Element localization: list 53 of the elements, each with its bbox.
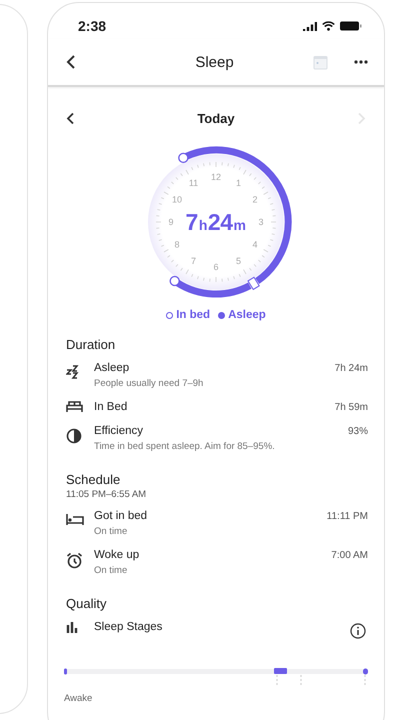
clock-number: 7 — [191, 256, 196, 266]
clock-number: 12 — [211, 172, 221, 182]
row-caption: On time — [94, 526, 128, 537]
clock-number: 4 — [252, 240, 258, 250]
status-time: 2:38 — [78, 18, 106, 34]
alarm-clock-icon — [66, 552, 83, 569]
row-caption: People usually need 7–9h — [94, 378, 204, 389]
row-value: 7h 24m — [334, 362, 368, 374]
row-label: Sleep Stages — [94, 621, 164, 633]
row-label: In Bed — [94, 401, 128, 413]
date-label: Today — [196, 110, 236, 126]
battery-icon — [340, 21, 362, 31]
clock-number: 5 — [236, 256, 241, 266]
clock-number: 3 — [258, 217, 264, 227]
section-title: Quality — [66, 596, 108, 611]
row-caption: Time in bed spent asleep. Aim for 85–95%. — [94, 441, 276, 452]
section-title: Duration — [66, 337, 116, 352]
wifi-icon — [322, 21, 335, 31]
row-label: Asleep — [94, 362, 130, 374]
clock-number: 1 — [236, 178, 241, 188]
clock-number: 2 — [252, 194, 258, 204]
row-label: Woke up — [94, 549, 140, 561]
signal-icon — [303, 21, 317, 31]
row-caption: On time — [94, 565, 128, 576]
bar-chart-icon — [66, 621, 80, 633]
person-in-bed-icon — [66, 513, 84, 526]
awake-gap — [247, 276, 260, 290]
legend-text: In bed — [176, 309, 210, 321]
filled-dot-icon — [218, 312, 226, 318]
row-value: 93% — [348, 425, 368, 437]
clock-number: 11 — [188, 178, 198, 188]
row-label: Efficiency — [94, 425, 144, 437]
legend-text: Asleep — [228, 309, 266, 321]
hollow-dot-icon — [166, 312, 174, 318]
info-button[interactable] — [348, 621, 368, 641]
row-value: 7h 59m — [334, 401, 368, 413]
schedule-range: 11:05 PM–6:55 AM — [66, 489, 148, 500]
clock-number: 6 — [214, 262, 218, 272]
stage-label: Awake — [64, 693, 94, 704]
section-title: Schedule — [66, 472, 122, 487]
sleep-duration: 7h24m — [186, 208, 246, 236]
clock-number: 8 — [174, 240, 180, 250]
more-button[interactable] — [352, 58, 370, 66]
clock-number: 10 — [172, 194, 182, 204]
screen-title: Sleep — [194, 54, 235, 70]
row-value: 11:11 PM — [326, 510, 368, 522]
bedtime-marker — [178, 152, 188, 163]
row-value: 7:00 AM — [331, 549, 368, 561]
half-filled-circle-icon — [66, 428, 82, 444]
wake-marker — [170, 276, 180, 286]
bed-icon — [66, 401, 83, 413]
clock-number: 9 — [168, 217, 174, 227]
row-label: Got in bed — [94, 510, 148, 522]
